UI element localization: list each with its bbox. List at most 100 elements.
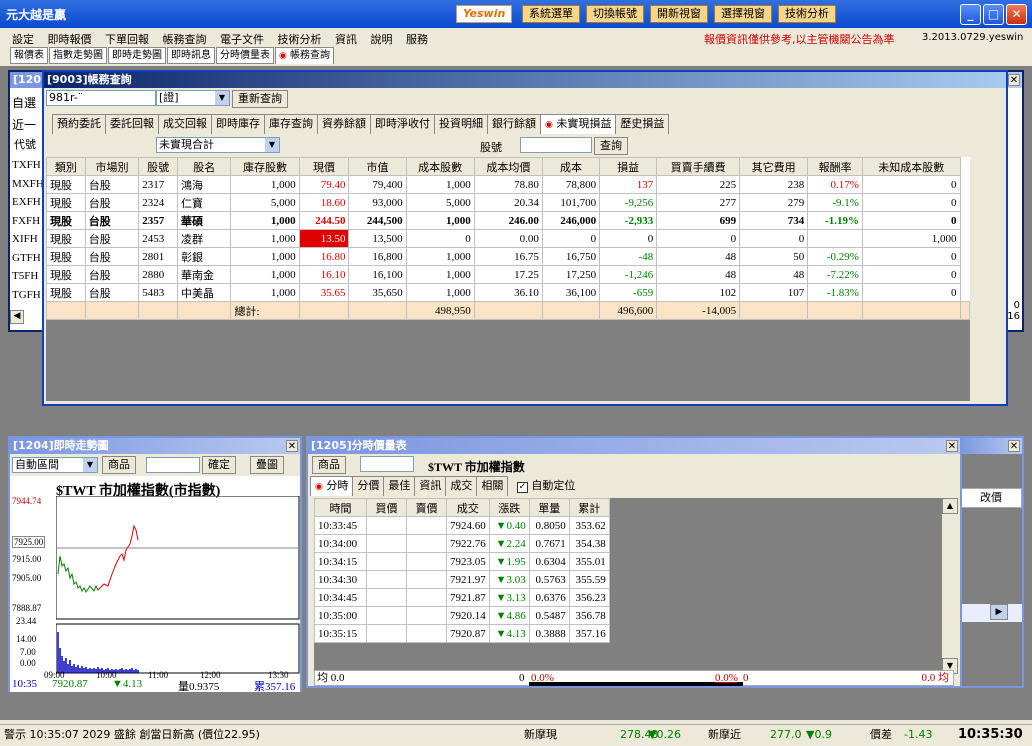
table-row[interactable]: 現股 台股 5483 中美晶 1,000 35.65 35,650 1,000 36.10 36,…	[46, 283, 970, 302]
tab-index-trend[interactable]: 指數走勢圖	[49, 47, 107, 64]
column-header[interactable]: 市場別	[84, 157, 140, 176]
menu-documents[interactable]: 電子文件	[220, 33, 264, 46]
menu-order[interactable]: 下單回報	[105, 33, 149, 46]
table-row[interactable]: 10:35:00 7920.14 ▼4.86 0.5487 356.78	[314, 606, 610, 625]
product-input[interactable]	[360, 456, 414, 472]
column-header[interactable]: 成本股數	[405, 157, 475, 176]
tab-quote-table[interactable]: 報價表	[10, 47, 48, 64]
tab-deal-report[interactable]: 成交回報	[158, 114, 212, 134]
tab-deal[interactable]: 成交	[445, 476, 478, 496]
column-header[interactable]: 報酬率	[807, 157, 863, 176]
scroll-left-icon[interactable]: ◀	[10, 310, 24, 324]
column-header[interactable]: 成交	[446, 498, 490, 517]
tab-reserve-order[interactable]: 預約委託	[52, 114, 106, 134]
product-input[interactable]	[146, 457, 200, 473]
switch-account-button[interactable]: 切換帳號	[586, 5, 644, 23]
tab-bank-balance[interactable]: 銀行餘額	[487, 114, 541, 134]
list-item[interactable]: XIFH	[12, 230, 44, 249]
product-button[interactable]: 商品	[102, 456, 136, 474]
query-button[interactable]: 查詢	[594, 137, 628, 155]
tab-realtime-trend[interactable]: 即時走勢圖	[108, 47, 166, 64]
table-row[interactable]: 現股 台股 2317 鴻海 1,000 79.40 79,400 1,000 78.80 78,8…	[46, 175, 970, 194]
list-item[interactable]: TGFH	[12, 286, 44, 305]
tab-realtime-inventory[interactable]: 即時庫存	[211, 114, 265, 134]
stock-code-input[interactable]	[520, 137, 592, 153]
menu-info[interactable]: 資訊	[335, 33, 357, 46]
tab-realtime-msg[interactable]: 即時訊息	[167, 47, 215, 64]
table-row[interactable]: 現股 台股 2801 彰銀 1,000 16.80 16,800 1,000 16.75 16,7…	[46, 247, 970, 266]
menu-tech[interactable]: 技術分析	[278, 33, 322, 46]
column-header[interactable]: 庫存股數	[230, 157, 300, 176]
tab-net-settlement[interactable]: 即時淨收付	[370, 114, 435, 134]
minimize-icon[interactable]: _	[960, 4, 981, 25]
tab-investment-detail[interactable]: 投資明細	[434, 114, 488, 134]
list-item[interactable]: GTFH	[12, 249, 44, 268]
column-header[interactable]: 賣價	[406, 498, 447, 517]
column-header[interactable]: 損益	[599, 157, 658, 176]
confirm-button[interactable]: 確定	[202, 456, 236, 474]
tab-minute[interactable]: ◉ 分時	[310, 476, 354, 496]
table-row[interactable]: 10:34:00 7922.76 ▼2.24 0.7671 354.38	[314, 534, 610, 553]
column-header[interactable]: 未知成本股數	[861, 157, 961, 176]
column-header[interactable]: 股號	[138, 157, 178, 176]
new-window-button[interactable]: 開新視窗	[650, 5, 708, 23]
menu-service[interactable]: 服務	[406, 33, 428, 46]
list-item[interactable]: FXFH	[12, 212, 44, 231]
menu-settings[interactable]: 設定	[12, 33, 34, 46]
table-row[interactable]: 現股 台股 2324 仁寶 5,000 18.60 93,000 5,000 20.34 101,…	[46, 193, 970, 212]
tab-info[interactable]: 資訊	[414, 476, 447, 496]
tab-unrealized-pl[interactable]: ◉ 未實現損益	[540, 114, 617, 134]
yeswin-logo[interactable]: Yeswin	[456, 5, 513, 23]
scroll-right-icon[interactable]: ▶	[990, 604, 1008, 620]
column-header[interactable]: 時間	[314, 498, 367, 517]
tab-margin-balance[interactable]: 資券餘額	[317, 114, 371, 134]
account-input[interactable]: 981r-¨	[46, 90, 156, 106]
column-header[interactable]: 成本	[541, 157, 601, 176]
column-header[interactable]: 其它費用	[739, 157, 809, 176]
column-header[interactable]: 現價	[298, 157, 350, 176]
column-header[interactable]: 市值	[348, 157, 407, 176]
close-icon[interactable]: ✕	[946, 440, 958, 452]
column-header[interactable]: 類別	[46, 157, 86, 176]
table-row[interactable]: 10:33:45 7924.60 ▼0.40 0.8050 353.62	[314, 516, 610, 535]
tab-best[interactable]: 最佳	[383, 476, 416, 496]
column-header[interactable]: 買賣手續費	[656, 157, 741, 176]
vertical-scrollbar[interactable]: ▲ ▼	[942, 498, 958, 674]
maximize-icon[interactable]: □	[983, 4, 1004, 25]
close-icon[interactable]: ✕	[1006, 4, 1027, 25]
table-row[interactable]: 10:34:30 7921.97 ▼3.03 0.5763 355.59	[314, 570, 610, 589]
account-type-select[interactable]: [證] ▼	[156, 90, 230, 106]
overlay-button[interactable]: 疊圖	[250, 456, 284, 474]
product-button[interactable]: 商品	[312, 456, 346, 474]
close-icon[interactable]: ✕	[1008, 440, 1020, 452]
tech-analysis-button[interactable]: 技術分析	[778, 5, 836, 23]
column-header[interactable]: 累計	[568, 498, 610, 517]
column-header[interactable]: 股名	[176, 157, 232, 176]
table-row[interactable]: 10:34:45 7921.87 ▼3.13 0.6376 356.23	[314, 588, 610, 607]
summary-filter-select-box[interactable]: 未實現合計 ▼	[156, 137, 280, 153]
select-window-button[interactable]: 選擇視窗	[714, 5, 772, 23]
scroll-up-icon[interactable]: ▲	[942, 498, 958, 514]
period-select[interactable]: 自動區間 ▼	[12, 457, 98, 473]
table-row[interactable]: 10:35:15 7920.87 ▼4.13 0.3888 357.16	[314, 624, 610, 643]
tab-history-pl[interactable]: 歷史損益	[615, 114, 670, 134]
reload-button[interactable]: 重新查詢	[232, 90, 288, 108]
tab-order-report[interactable]: 委託回報	[105, 114, 159, 134]
tab-tick-table[interactable]: 分時價量表	[216, 47, 274, 64]
list-item[interactable]: EXFH	[12, 193, 44, 212]
table-row[interactable]: 現股 台股 2357 華碩 1,000 244.50 244,500 1,000 246.00 2…	[46, 211, 970, 230]
table-row[interactable]: 10:34:15 7923.05 ▼1.95 0.6304 355.01	[314, 552, 610, 571]
auto-locate-checkbox[interactable]: ✓ 自動定位	[516, 479, 575, 493]
list-item[interactable]: T5FH	[12, 267, 44, 286]
list-item[interactable]: MXFH	[12, 175, 44, 194]
column-header[interactable]: 成本均價	[473, 157, 543, 176]
close-icon[interactable]: ✕	[286, 440, 298, 452]
tab-account-query[interactable]: ◉ 帳務查詢	[275, 47, 335, 64]
menu-quote[interactable]: 即時報價	[48, 33, 92, 46]
menu-help[interactable]: 說明	[371, 33, 393, 46]
column-header[interactable]: 漲跌	[488, 498, 530, 517]
column-header[interactable]: 買價	[366, 498, 407, 517]
system-menu-button[interactable]: 系統選單	[522, 5, 580, 23]
menu-account[interactable]: 帳務查詢	[163, 33, 207, 46]
tab-price[interactable]: 分價	[352, 476, 385, 496]
